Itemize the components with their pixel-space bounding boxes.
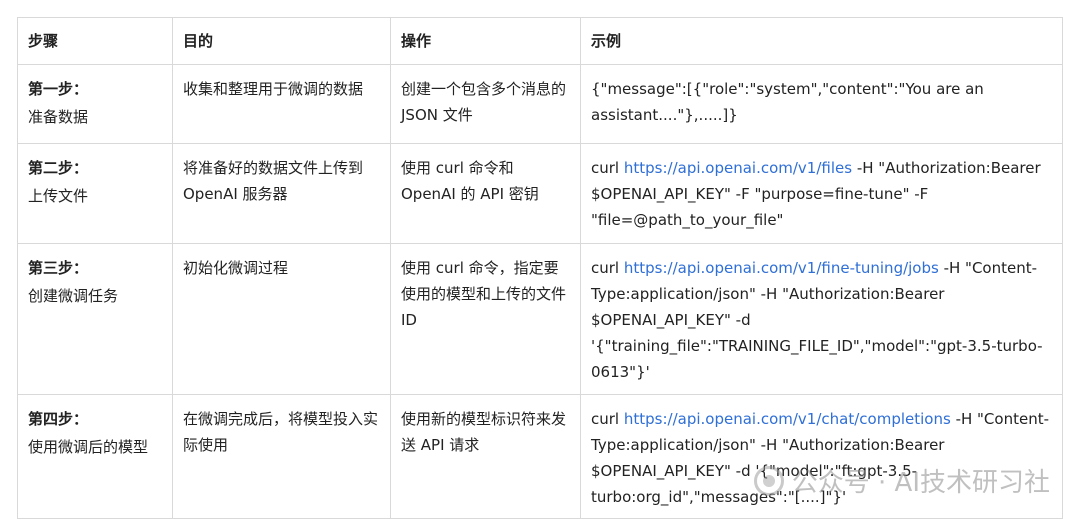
example-text-rest: -H "Content-Type:application/json" -H "A… <box>591 259 1043 381</box>
fine-tuning-steps-table: 步骤 目的 操作 示例 第一步： 准备数据 收集和整理用于微调的数据 创建一个包… <box>17 17 1063 519</box>
operation-cell: 创建一个包含多个消息的 JSON 文件 <box>390 64 581 144</box>
step-cell: 第二步： 上传文件 <box>17 143 173 244</box>
purpose-cell: 收集和整理用于微调的数据 <box>172 64 391 144</box>
example-text: curl <box>591 259 624 277</box>
example-text: {"message":[{"role":"system","content":"… <box>591 80 984 124</box>
table-header-row: 步骤 目的 操作 示例 <box>17 17 1063 65</box>
example-cell: {"message":[{"role":"system","content":"… <box>580 64 1063 144</box>
step-title: 第一步： <box>28 80 89 98</box>
table-row: 第三步： 创建微调任务 初始化微调过程 使用 curl 命令，指定要使用的模型和… <box>17 243 1063 395</box>
header-example: 示例 <box>580 17 1063 65</box>
example-text: curl <box>591 410 624 428</box>
step-title: 第二步： <box>28 159 89 177</box>
operation-cell: 使用 curl 命令和 OpenAI 的 API 密钥 <box>390 143 581 244</box>
header-operation: 操作 <box>390 17 581 65</box>
step-cell: 第四步： 使用微调后的模型 <box>17 394 173 519</box>
header-step: 步骤 <box>17 17 173 65</box>
header-purpose: 目的 <box>172 17 391 65</box>
step-name: 创建微调任务 <box>28 287 119 305</box>
table-row: 第一步： 准备数据 收集和整理用于微调的数据 创建一个包含多个消息的 JSON … <box>17 64 1063 144</box>
step-name: 上传文件 <box>28 187 89 205</box>
example-cell: curl https://api.openai.com/v1/files -H … <box>580 143 1063 244</box>
example-cell: curl https://api.openai.com/v1/fine-tuni… <box>580 243 1063 395</box>
example-link[interactable]: https://api.openai.com/v1/fine-tuning/jo… <box>624 259 939 277</box>
purpose-cell: 初始化微调过程 <box>172 243 391 395</box>
step-cell: 第一步： 准备数据 <box>17 64 173 144</box>
example-cell: curl https://api.openai.com/v1/chat/comp… <box>580 394 1063 519</box>
step-title: 第三步： <box>28 259 89 277</box>
purpose-cell: 将准备好的数据文件上传到 OpenAI 服务器 <box>172 143 391 244</box>
operation-cell: 使用新的模型标识符来发送 API 请求 <box>390 394 581 519</box>
step-title: 第四步： <box>28 410 89 428</box>
step-name: 使用微调后的模型 <box>28 438 149 456</box>
steps-table-container: 步骤 目的 操作 示例 第一步： 准备数据 收集和整理用于微调的数据 创建一个包… <box>17 17 1063 519</box>
example-link[interactable]: https://api.openai.com/v1/files <box>624 159 852 177</box>
table-row: 第二步： 上传文件 将准备好的数据文件上传到 OpenAI 服务器 使用 cur… <box>17 143 1063 244</box>
purpose-cell: 在微调完成后，将模型投入实际使用 <box>172 394 391 519</box>
example-text: curl <box>591 159 624 177</box>
table-row: 第四步： 使用微调后的模型 在微调完成后，将模型投入实际使用 使用新的模型标识符… <box>17 394 1063 519</box>
operation-cell: 使用 curl 命令，指定要使用的模型和上传的文件 ID <box>390 243 581 395</box>
step-name: 准备数据 <box>28 108 89 126</box>
example-link[interactable]: https://api.openai.com/v1/chat/completio… <box>624 410 951 428</box>
step-cell: 第三步： 创建微调任务 <box>17 243 173 395</box>
